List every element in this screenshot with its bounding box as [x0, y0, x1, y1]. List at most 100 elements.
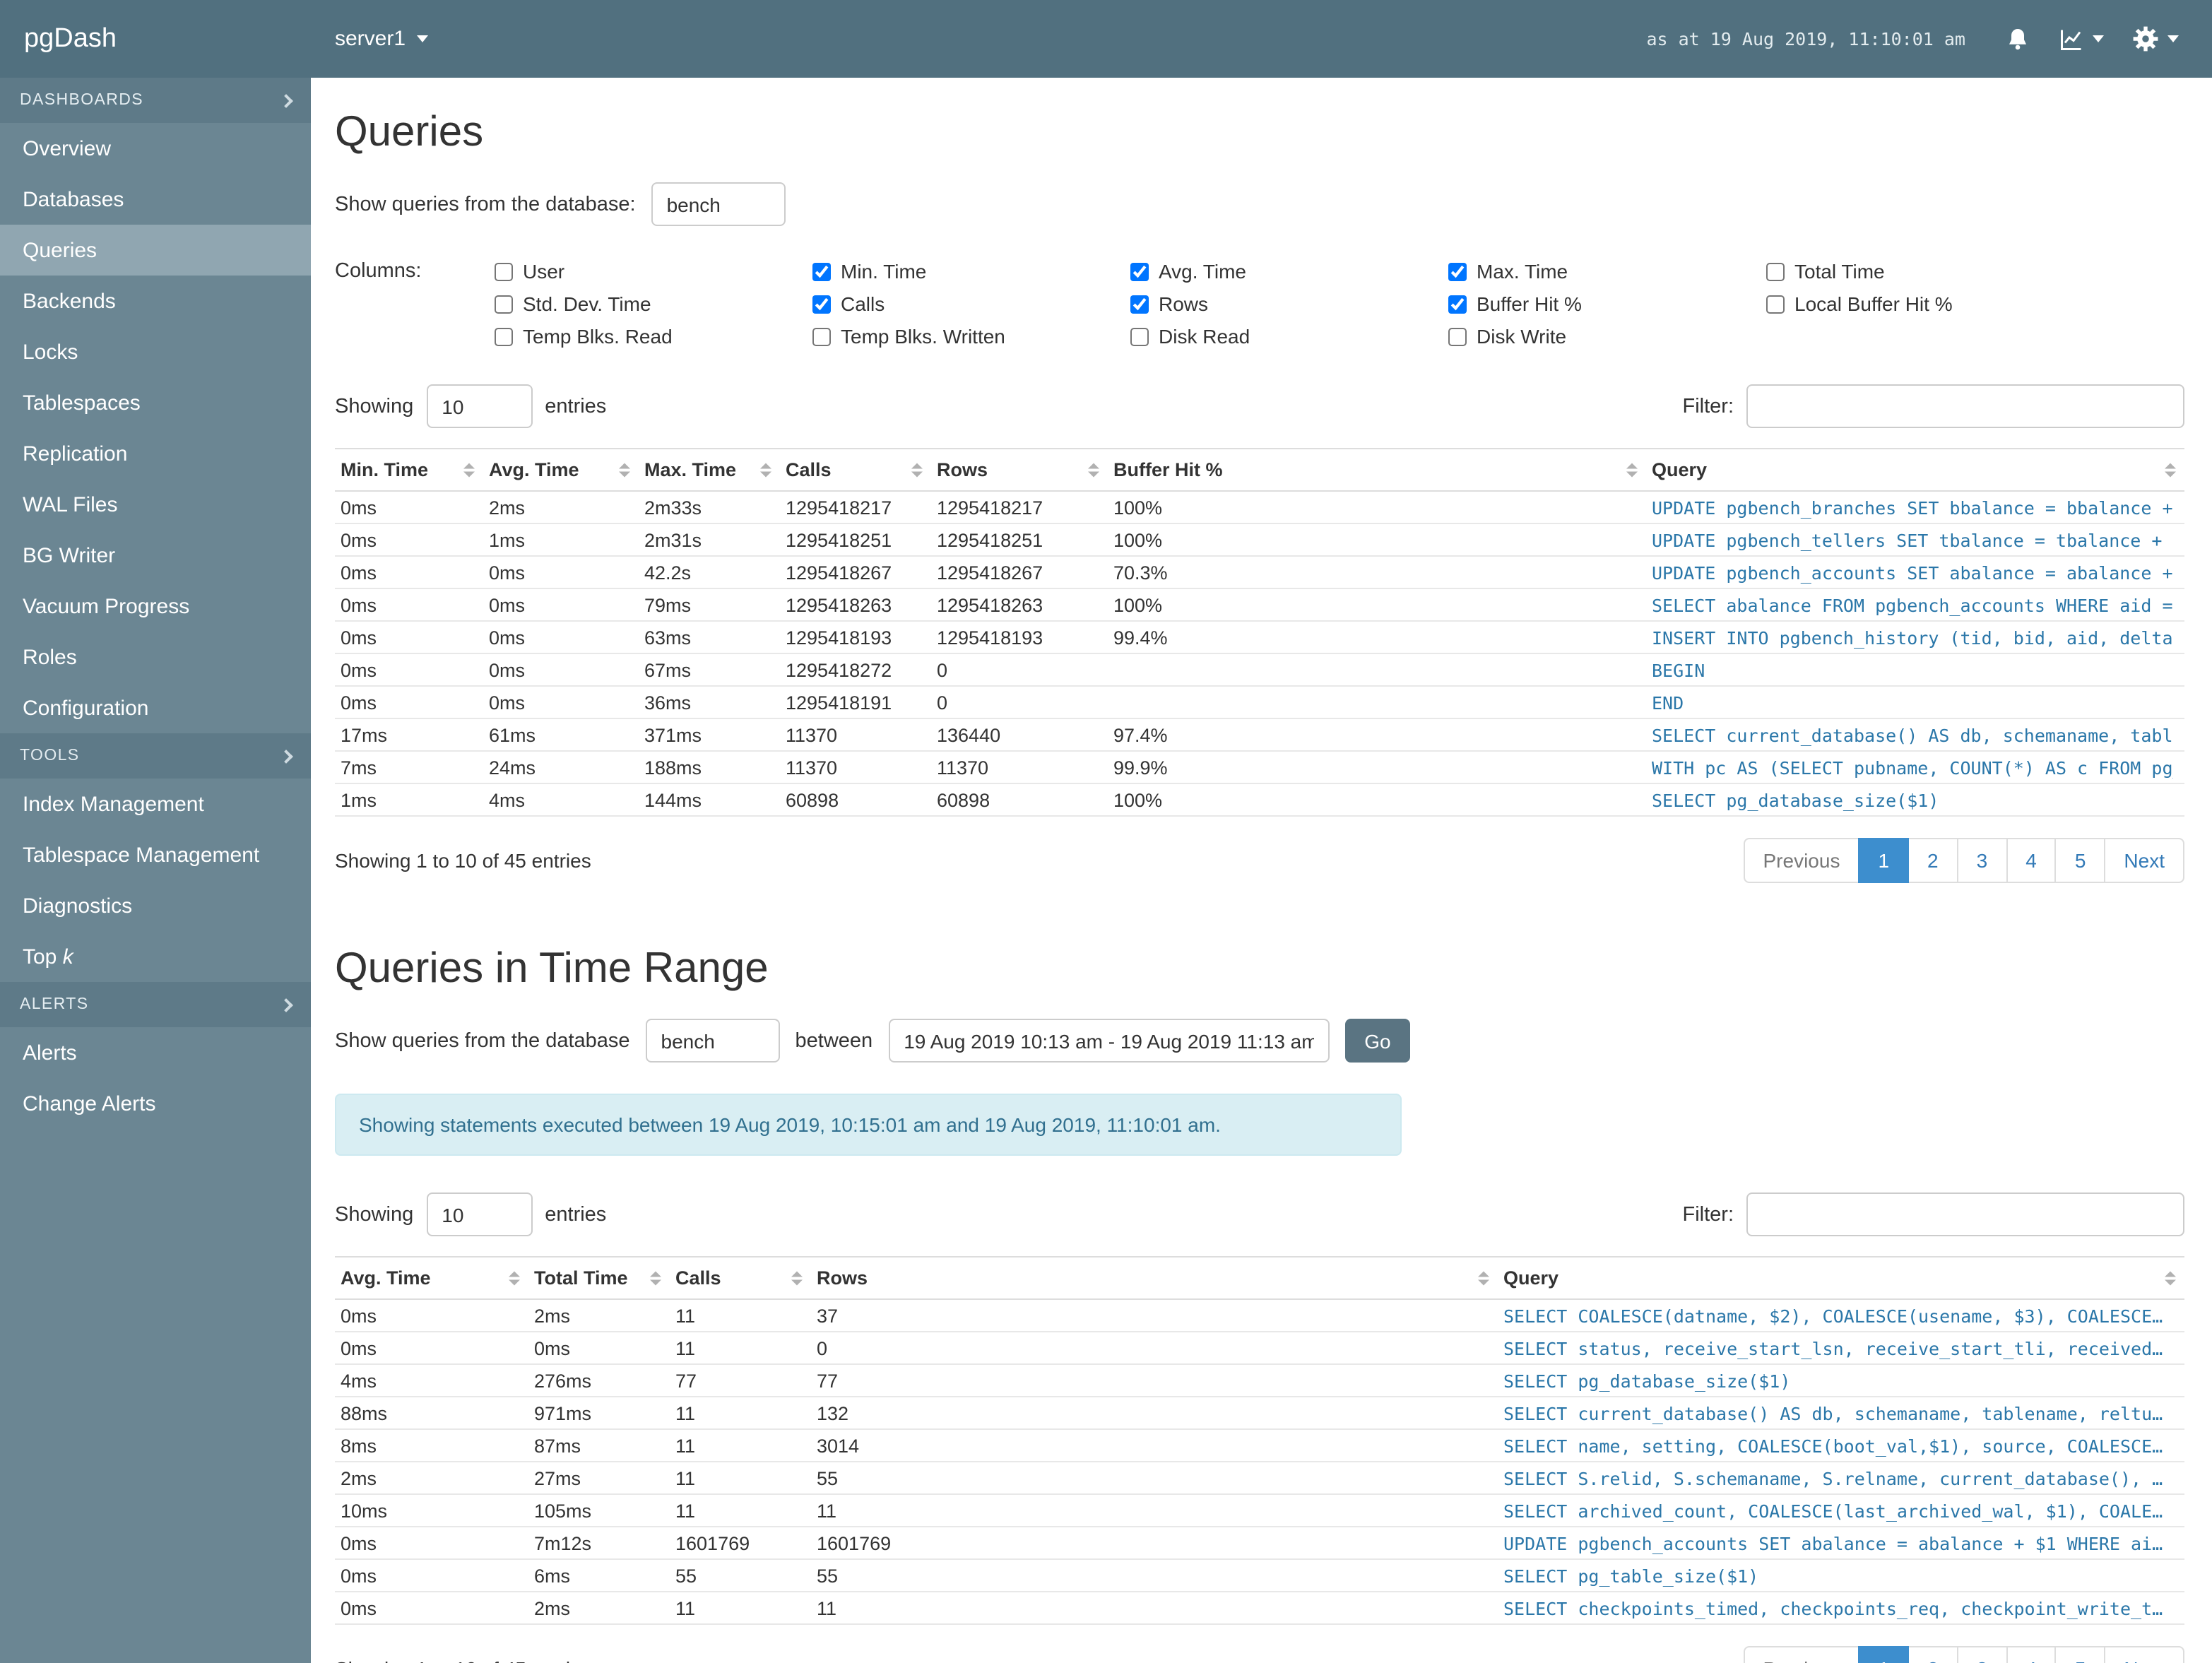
column-checkbox[interactable] [1448, 262, 1467, 280]
column-option[interactable]: Rows [1130, 292, 1448, 315]
sidebar-item[interactable]: Replication [0, 428, 311, 479]
column-checkbox[interactable] [495, 262, 513, 280]
column-checkbox[interactable] [1130, 262, 1149, 280]
column-checkbox[interactable] [1448, 295, 1467, 313]
pagination-page[interactable]: 1 [1858, 838, 1910, 883]
pagination-previous[interactable]: Previous [1743, 838, 1860, 883]
column-checkbox[interactable] [1448, 327, 1467, 345]
sidebar-item[interactable]: Databases [0, 174, 311, 225]
sidebar-item[interactable]: Tablespace Management [0, 829, 311, 880]
sidebar-section-tools[interactable]: TOOLS [0, 733, 311, 779]
server-selector[interactable]: server1 [311, 27, 429, 51]
column-option[interactable]: Std. Dev. Time [495, 292, 812, 315]
sidebar-item[interactable]: Top k [0, 931, 311, 982]
query-link[interactable]: SELECT S.relid, S.schemaname, S.relname,… [1503, 1467, 2173, 1489]
column-option[interactable]: Max. Time [1448, 260, 1766, 283]
sidebar-item[interactable]: Alerts [0, 1027, 311, 1078]
sidebar-section-dashboards[interactable]: DASHBOARDS [0, 78, 311, 123]
sidebar-item[interactable]: Locks [0, 326, 311, 377]
column-checkbox[interactable] [495, 327, 513, 345]
query-link[interactable]: SELECT checkpoints_timed, checkpoints_re… [1503, 1597, 2173, 1618]
pagination-page[interactable]: 1 [1858, 1646, 1910, 1663]
query-link[interactable]: UPDATE pgbench_accounts SET abalance = a… [1503, 1532, 2173, 1553]
query-link[interactable]: END [1652, 692, 2173, 713]
pagination-page[interactable]: 3 [1956, 838, 2008, 883]
column-header[interactable]: Avg. Time [335, 1256, 528, 1300]
column-option[interactable]: Temp Blks. Read [495, 325, 812, 348]
entries-count-input[interactable] [426, 384, 533, 428]
column-option[interactable]: Avg. Time [1130, 260, 1448, 283]
column-option[interactable]: Temp Blks. Written [812, 325, 1130, 348]
pagination-page[interactable]: 4 [2006, 838, 2057, 883]
column-option[interactable]: Buffer Hit % [1448, 292, 1766, 315]
settings-menu-button[interactable] [2132, 25, 2179, 52]
query-link[interactable]: SELECT abalance FROM pgbench_accounts WH… [1652, 594, 2173, 615]
pagination-page[interactable]: 5 [2054, 838, 2106, 883]
sidebar-item[interactable]: WAL Files [0, 479, 311, 530]
column-option[interactable]: Disk Write [1448, 325, 1766, 348]
column-header[interactable]: Calls [670, 1256, 811, 1300]
database-input-2[interactable] [645, 1019, 780, 1063]
column-option[interactable]: Calls [812, 292, 1130, 315]
sidebar-item[interactable]: Index Management [0, 779, 311, 829]
pagination-page[interactable]: 5 [2054, 1646, 2106, 1663]
column-header[interactable]: Total Time [528, 1256, 670, 1300]
query-link[interactable]: BEGIN [1652, 659, 2173, 680]
pagination-page[interactable]: 3 [1956, 1646, 2008, 1663]
query-link[interactable]: UPDATE pgbench_tellers SET tbalance = tb… [1652, 529, 2173, 550]
sidebar-item[interactable]: Change Alerts [0, 1078, 311, 1129]
notifications-button[interactable] [2005, 26, 2030, 52]
query-link[interactable]: SELECT archived_count, COALESCE(last_arc… [1503, 1500, 2173, 1521]
column-option[interactable]: Disk Read [1130, 325, 1448, 348]
query-link[interactable]: WITH pc AS (SELECT pubname, COUNT(*) AS … [1652, 757, 2173, 778]
charts-menu-button[interactable] [2059, 26, 2104, 52]
pagination-next[interactable]: Next [2104, 1646, 2184, 1663]
sidebar-item[interactable]: BG Writer [0, 530, 311, 581]
query-link[interactable]: SELECT COALESCE(datname, $2), COALESCE(u… [1503, 1305, 2173, 1326]
time-range-input[interactable] [888, 1019, 1330, 1063]
app-logo[interactable]: pgDash [0, 23, 311, 54]
pagination-previous[interactable]: Previous [1743, 1646, 1860, 1663]
column-header[interactable]: Min. Time [335, 448, 483, 492]
column-option[interactable]: Local Buffer Hit % [1766, 292, 2084, 315]
pagination-page[interactable]: 4 [2006, 1646, 2057, 1663]
sidebar-item[interactable]: Configuration [0, 682, 311, 733]
column-checkbox[interactable] [812, 295, 831, 313]
query-link[interactable]: SELECT pg_database_size($1) [1503, 1370, 2173, 1391]
sidebar-section-alerts[interactable]: ALERTS [0, 982, 311, 1027]
sidebar-item[interactable]: Diagnostics [0, 880, 311, 931]
column-option[interactable]: Total Time [1766, 260, 2084, 283]
sidebar-item[interactable]: Vacuum Progress [0, 581, 311, 632]
column-checkbox[interactable] [495, 295, 513, 313]
query-link[interactable]: SELECT status, receive_start_lsn, receiv… [1503, 1337, 2173, 1359]
column-option[interactable]: Min. Time [812, 260, 1130, 283]
filter-input[interactable] [1746, 384, 2184, 428]
column-header[interactable]: Max. Time [639, 448, 780, 492]
go-button[interactable]: Go [1344, 1019, 1411, 1063]
column-checkbox[interactable] [1766, 295, 1785, 313]
column-header[interactable]: Avg. Time [483, 448, 639, 492]
column-header[interactable]: Rows [931, 448, 1108, 492]
sidebar-item[interactable]: Tablespaces [0, 377, 311, 428]
column-header[interactable]: Calls [780, 448, 931, 492]
column-checkbox[interactable] [1766, 262, 1785, 280]
query-link[interactable]: INSERT INTO pgbench_history (tid, bid, a… [1652, 627, 2173, 648]
column-header[interactable]: Query [1498, 1256, 2184, 1300]
pagination-next[interactable]: Next [2104, 838, 2184, 883]
query-link[interactable]: SELECT pg_database_size($1) [1652, 789, 2173, 810]
column-option[interactable]: User [495, 260, 812, 283]
column-header[interactable]: Buffer Hit % [1108, 448, 1646, 492]
pagination-page[interactable]: 2 [1908, 1646, 1958, 1663]
sidebar-item[interactable]: Backends [0, 276, 311, 326]
filter-input-2[interactable] [1746, 1192, 2184, 1236]
column-checkbox[interactable] [812, 262, 831, 280]
query-link[interactable]: SELECT current_database() AS db, scheman… [1503, 1402, 2173, 1424]
column-checkbox[interactable] [1130, 295, 1149, 313]
entries-count-input-2[interactable] [426, 1192, 533, 1236]
query-link[interactable]: SELECT pg_table_size($1) [1503, 1565, 2173, 1586]
query-link[interactable]: SELECT name, setting, COALESCE(boot_val,… [1503, 1435, 2173, 1456]
column-checkbox[interactable] [1130, 327, 1149, 345]
sidebar-item[interactable]: Overview [0, 123, 311, 174]
query-link[interactable]: UPDATE pgbench_accounts SET abalance = a… [1652, 562, 2173, 583]
column-header[interactable]: Rows [811, 1256, 1498, 1300]
